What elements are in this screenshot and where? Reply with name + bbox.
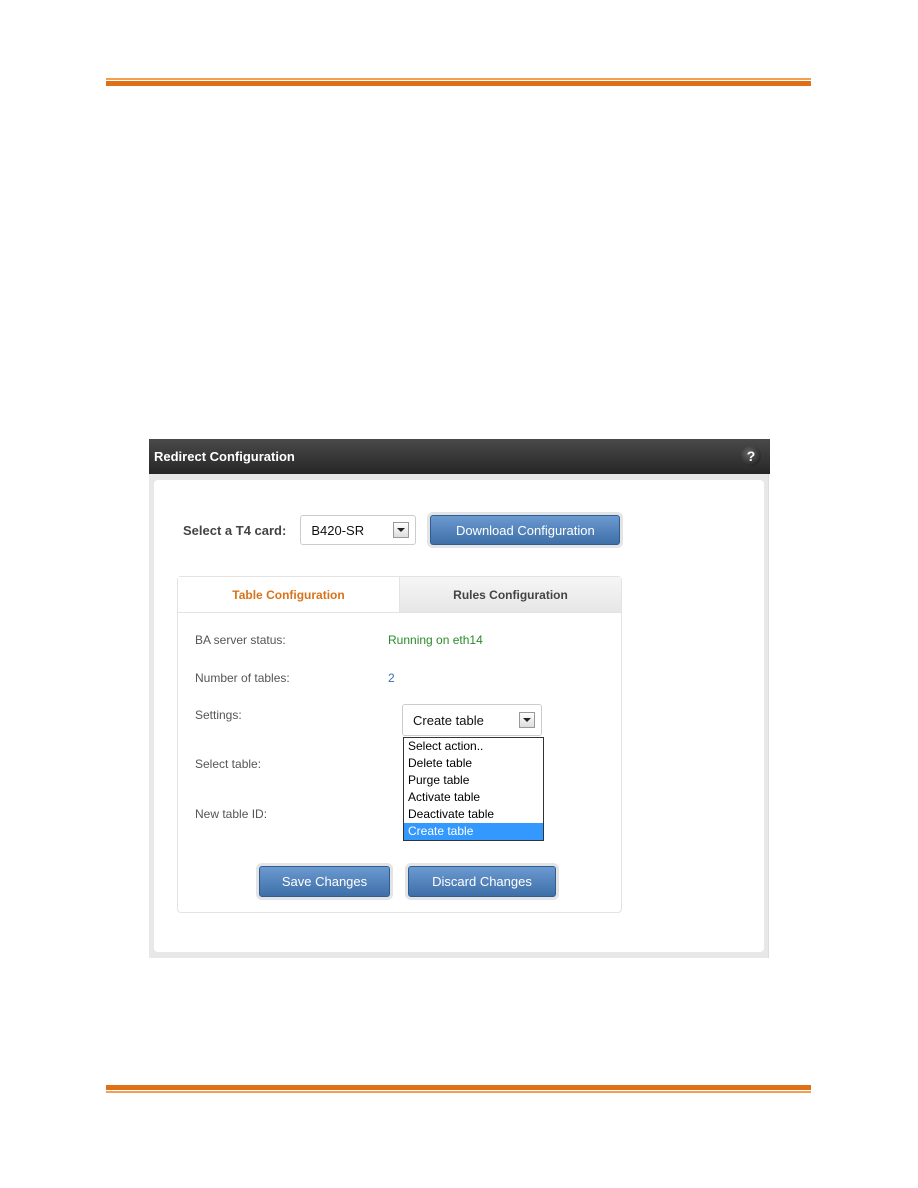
question-mark-icon[interactable]: ? [741,446,761,466]
num-tables-value: 2 [388,671,395,685]
settings-option[interactable]: Select action.. [404,738,543,755]
settings-option[interactable]: Deactivate table [404,806,543,823]
settings-options-list: Select action.. Delete table Purge table… [403,737,544,841]
ba-status-label: BA server status: [195,633,286,647]
window-titlebar: Redirect Configuration ? [149,439,770,474]
settings-dropdown[interactable]: Create table [402,704,542,736]
tab-container: Table Configuration Rules Configuration … [177,576,622,913]
chevron-down-icon[interactable] [519,712,535,728]
download-configuration-button[interactable]: Download Configuration [430,515,621,545]
redirect-configuration-window: Redirect Configuration ? Select a T4 car… [149,439,770,959]
tab-table-configuration[interactable]: Table Configuration [178,577,399,612]
save-changes-button[interactable]: Save Changes [259,866,390,897]
card-select-row: Select a T4 card: B420-SR Download Confi… [183,515,621,545]
chevron-down-icon[interactable] [393,522,410,538]
card-select-label: Select a T4 card: [183,522,287,538]
window-title: Redirect Configuration [154,449,295,464]
settings-option[interactable]: Delete table [404,755,543,772]
footer-rule [106,1085,811,1093]
settings-option[interactable]: Create table [404,823,543,840]
content-panel: Select a T4 card: B420-SR Download Confi… [154,480,764,952]
discard-changes-button[interactable]: Discard Changes [408,866,556,897]
settings-label: Settings: [195,708,242,722]
new-table-id-label: New table ID: [195,807,268,821]
settings-option[interactable]: Purge table [404,772,543,789]
card-select-dropdown[interactable]: B420-SR [300,515,417,545]
num-tables-label: Number of tables: [195,671,290,685]
window-frame: Select a T4 card: B420-SR Download Confi… [149,474,769,958]
select-table-label: Select table: [195,757,262,771]
ba-status-value: Running on eth14 [388,633,483,647]
settings-value: Create table [413,712,484,728]
settings-option[interactable]: Activate table [404,789,543,806]
tab-rules-configuration[interactable]: Rules Configuration [399,577,621,612]
card-select-value: B420-SR [311,522,365,538]
header-rule [106,78,811,86]
tab-bar: Table Configuration Rules Configuration [178,577,621,613]
